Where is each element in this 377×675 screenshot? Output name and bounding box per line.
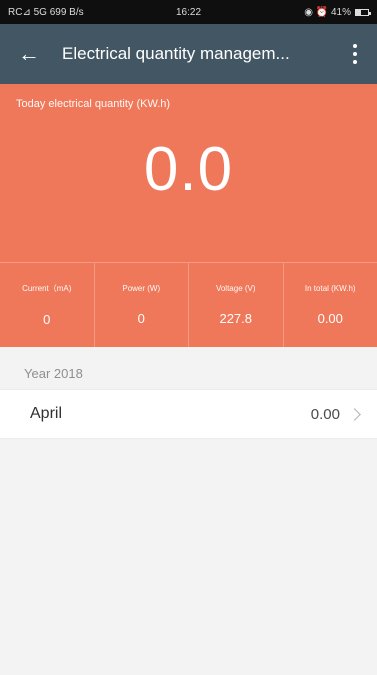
status-time: 16:22	[175, 6, 202, 18]
metric-value: 0	[137, 311, 145, 326]
metric-value: 227.8	[219, 311, 253, 326]
status-left-text: RC⊿ 5G 699 B/s	[8, 6, 84, 18]
today-quantity-label: Today electrical quantity (KW.h)	[16, 98, 171, 110]
today-quantity-value: 0.0	[143, 135, 234, 204]
month-value-group: 0.00	[310, 405, 361, 423]
metric-current: Current（mA) 0	[0, 263, 95, 347]
metric-value: 0	[43, 312, 51, 327]
history-section: Year 2018 April 0.00	[0, 347, 377, 439]
more-dot	[353, 44, 357, 48]
more-dot	[353, 52, 357, 56]
metric-total: In total (KW.h) 0.00	[284, 263, 377, 347]
page-title: Electrical quantity managem...	[62, 44, 290, 63]
year-label: Year 2018	[24, 366, 83, 381]
chevron-right-icon	[348, 408, 361, 421]
metric-label: Power (W)	[122, 284, 161, 293]
metric-label: In total (KW.h)	[304, 284, 356, 293]
electrical-summary-panel: Today electrical quantity (KW.h) 0.0 Cur…	[0, 84, 377, 347]
metric-value: 0.00	[317, 311, 343, 326]
metric-label: Current（mA)	[22, 284, 72, 293]
status-right-text: ◉ ⏰ 41%	[304, 6, 351, 18]
metric-label: Voltage (V)	[215, 284, 256, 293]
battery-icon	[355, 8, 371, 16]
electrical-quantity-screen: RC⊿ 5G 699 B/s 16:22 ◉ ⏰ 41% ← Electrica…	[0, 0, 377, 675]
app-bar: ← Electrical quantity managem...	[0, 24, 377, 84]
metrics-row: Current（mA) 0 Power (W) 0 Voltage (V) 22…	[0, 262, 377, 347]
more-dot	[353, 60, 357, 64]
metric-power: Power (W) 0	[95, 263, 189, 347]
month-name: April	[30, 405, 63, 422]
status-left: RC⊿ 5G 699 B/s	[8, 7, 84, 18]
status-bar: RC⊿ 5G 699 B/s 16:22 ◉ ⏰ 41%	[0, 0, 377, 24]
battery-fill	[356, 9, 361, 15]
month-value: 0.00	[310, 405, 340, 423]
arrow-left-icon[interactable]: ←	[14, 39, 44, 69]
metric-voltage: Voltage (V) 227.8	[189, 263, 284, 347]
status-right: ◉ ⏰ 41%	[304, 6, 371, 18]
month-row-april[interactable]: April 0.00	[0, 389, 377, 439]
more-vertical-icon[interactable]	[345, 39, 365, 69]
